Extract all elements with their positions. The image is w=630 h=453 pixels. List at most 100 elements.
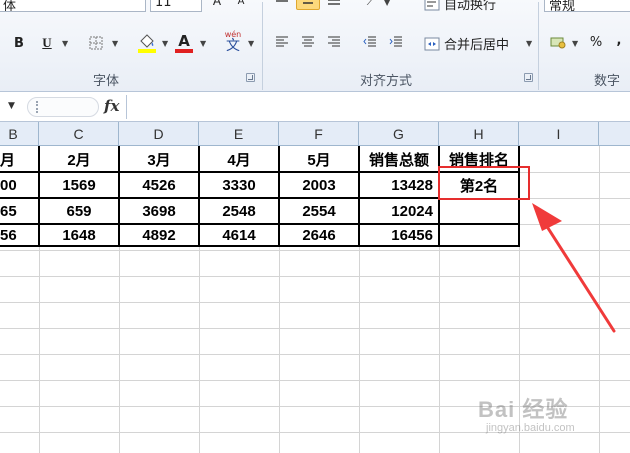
font-size-combo[interactable]: 11 [150, 0, 202, 12]
align-right-button[interactable] [324, 34, 344, 50]
cell-e1[interactable]: 4月 [200, 147, 278, 172]
name-box-dropdown-icon[interactable]: ▼ [8, 101, 15, 111]
column-header-label: D [153, 125, 164, 142]
font-color-label: A [178, 32, 190, 50]
wrap-text-icon [424, 0, 440, 10]
currency-icon [550, 37, 566, 49]
accounting-format-button[interactable] [548, 34, 568, 50]
ribbon: 体 11 A A B U ▼ ▼ ▼ A ▼ wén 文 ▼ 字体 ⟋ ▼ 自动… [0, 0, 630, 92]
orientation-dropdown-icon[interactable]: ▼ [384, 0, 390, 7]
highlight-box [438, 166, 530, 200]
percent-button[interactable]: % [588, 34, 604, 50]
font-name-value: 体 [3, 0, 17, 12]
cell-d3[interactable]: 3698 [120, 199, 198, 224]
cell-e3[interactable]: 2548 [200, 199, 278, 224]
fill-color-dropdown-icon[interactable]: ▼ [162, 39, 168, 48]
font-group-label: 字体 [93, 74, 120, 89]
cell-c3[interactable]: 659 [40, 199, 118, 224]
cell-c1[interactable]: 2月 [40, 147, 118, 172]
align-left-button[interactable] [272, 34, 292, 50]
number-format-combo[interactable]: 常规 [544, 0, 630, 12]
fill-color-button[interactable] [136, 30, 158, 56]
formula-bar-grip-icon [36, 101, 40, 113]
insert-function-button[interactable]: fx [104, 97, 119, 115]
wrap-text-button[interactable]: 自动换行 [424, 0, 496, 13]
cell-e2[interactable]: 3330 [200, 173, 278, 198]
bold-button[interactable]: B [10, 34, 28, 52]
cell-g3[interactable]: 12024 [360, 199, 438, 224]
cell-f1[interactable]: 5月 [280, 147, 358, 172]
increase-indent-button[interactable] [386, 34, 406, 50]
align-middle-button[interactable] [296, 0, 320, 10]
font-name-combo[interactable]: 体 [0, 0, 146, 12]
shrink-font-button[interactable]: A [232, 0, 250, 8]
column-header-h[interactable]: H [439, 122, 519, 146]
formula-input[interactable] [126, 95, 630, 119]
gridline [0, 354, 630, 355]
column-header-i[interactable]: I [519, 122, 599, 146]
alignment-group-launcher-icon[interactable] [524, 73, 533, 82]
annotation-arrow-icon [532, 203, 616, 333]
column-header-e[interactable]: E [199, 122, 279, 146]
cell-f3[interactable]: 2554 [280, 199, 358, 224]
wrap-text-label: 自动换行 [444, 0, 497, 13]
align-bottom-button[interactable] [324, 0, 344, 8]
column-header-f[interactable]: F [279, 122, 359, 146]
decrease-indent-icon [363, 36, 376, 47]
font-group-launcher-icon[interactable] [246, 73, 255, 82]
phonetic-button[interactable]: wén 文 [220, 28, 246, 56]
cell-f4[interactable]: 2646 [280, 223, 358, 248]
cell-g1[interactable]: 销售总额 [360, 147, 438, 172]
comma-style-button[interactable]: , [612, 32, 626, 48]
font-color-button[interactable]: A [174, 30, 194, 56]
cell-d1[interactable]: 3月 [120, 147, 198, 172]
cell-h4[interactable] [440, 223, 518, 248]
cell-d4[interactable]: 4892 [120, 223, 198, 248]
cell-b2[interactable]: 00 [0, 173, 36, 198]
border-dropdown-icon[interactable]: ▼ [112, 39, 118, 48]
column-header-b[interactable]: B [0, 122, 39, 146]
merge-center-button[interactable]: 合并后居中 [424, 34, 509, 53]
group-separator [262, 2, 263, 90]
cell-d2[interactable]: 4526 [120, 173, 198, 198]
border-button[interactable] [86, 34, 106, 52]
cell-e4[interactable]: 4614 [200, 223, 278, 248]
cell-f2[interactable]: 2003 [280, 173, 358, 198]
merge-center-label: 合并后居中 [444, 38, 510, 53]
underline-button[interactable]: U [38, 34, 56, 52]
merge-center-dropdown-icon[interactable]: ▼ [526, 39, 532, 48]
align-center-button[interactable] [298, 34, 318, 50]
font-color-dropdown-icon[interactable]: ▼ [200, 39, 206, 48]
orientation-button[interactable]: ⟋ [360, 0, 382, 8]
cell-c4[interactable]: 1648 [40, 223, 118, 248]
column-header-c[interactable]: C [39, 122, 119, 146]
cell-g4[interactable]: 16456 [360, 223, 438, 248]
underline-dropdown-icon[interactable]: ▼ [62, 39, 68, 48]
grow-font-button[interactable]: A [208, 0, 226, 8]
watermark-url: jingyan.baidu.com [486, 422, 575, 434]
column-header-d[interactable]: D [119, 122, 199, 146]
cell-b1[interactable]: 月 [0, 147, 20, 172]
cell-h3[interactable] [440, 199, 518, 224]
cell-b4[interactable]: 56 [0, 223, 36, 248]
cell-g2[interactable]: 13428 [360, 173, 438, 198]
increase-indent-icon [389, 36, 402, 47]
phonetic-dropdown-icon[interactable]: ▼ [248, 39, 254, 48]
number-group-label: 数字 [594, 74, 621, 89]
align-middle-icon [303, 2, 313, 4]
column-header-label: I [556, 125, 561, 142]
cell-b3[interactable]: 65 [0, 199, 36, 224]
column-header-label: B [8, 125, 18, 142]
column-header-g[interactable]: G [359, 122, 439, 146]
align-left-icon [276, 36, 288, 47]
accounting-dropdown-icon[interactable]: ▼ [572, 39, 578, 48]
paint-bucket-icon [140, 34, 154, 48]
align-top-icon [276, 0, 288, 2]
align-center-icon [302, 36, 314, 47]
decrease-indent-button[interactable] [360, 34, 380, 50]
fill-color-swatch [138, 49, 156, 53]
formula-bar: ▼ fx [0, 92, 630, 122]
align-top-button[interactable] [272, 0, 292, 8]
column-header-label: E [233, 125, 244, 142]
cell-c2[interactable]: 1569 [40, 173, 118, 198]
